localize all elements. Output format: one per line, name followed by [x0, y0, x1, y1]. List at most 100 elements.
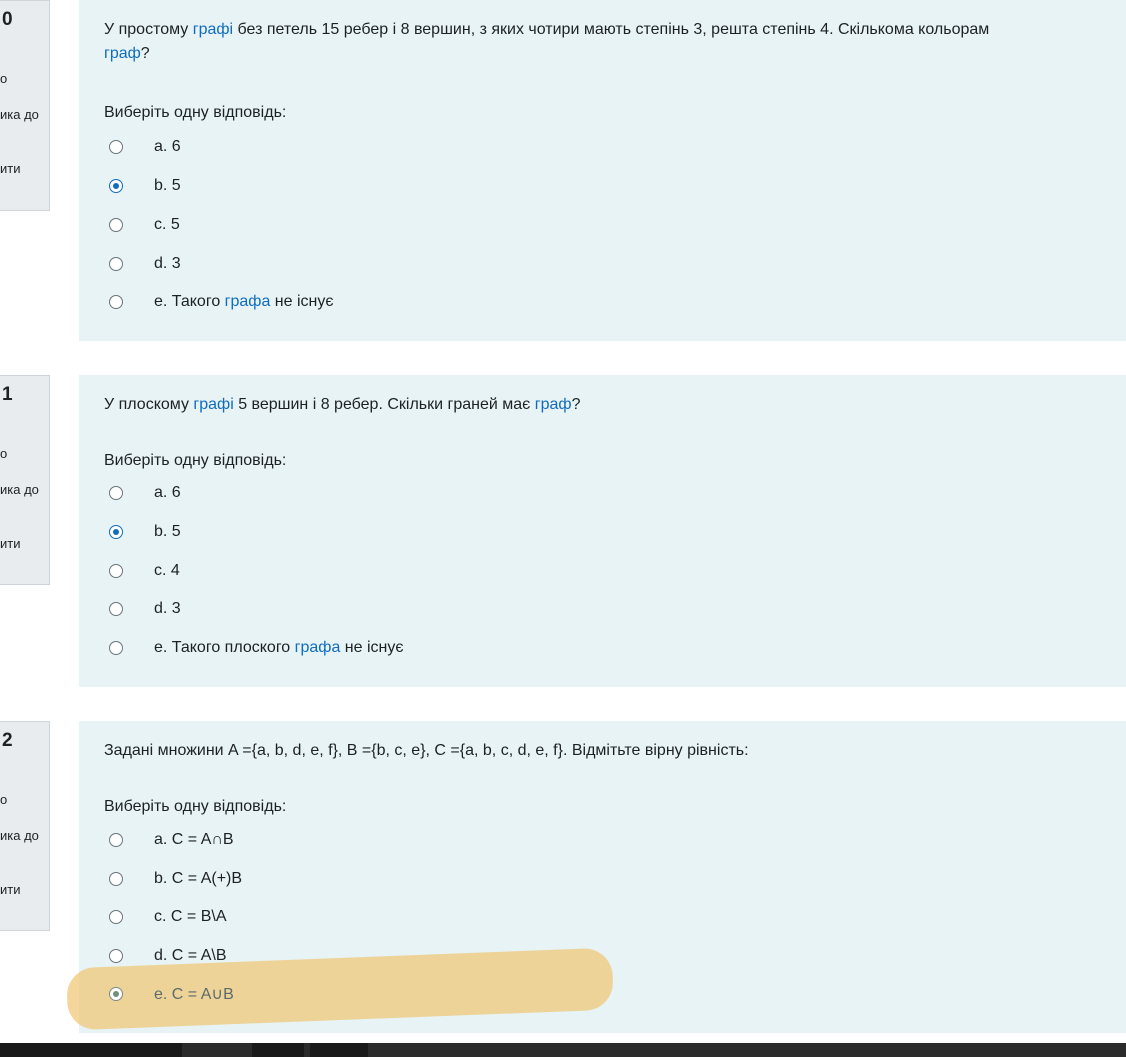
taskbar-segment [252, 1043, 304, 1057]
option-letter: a. [154, 484, 168, 501]
option-label: b. C = A(+)B [154, 870, 242, 888]
info-flag-fragment[interactable]: ити [0, 161, 20, 176]
option-letter: d. [154, 255, 168, 272]
radio-button-selected[interactable] [109, 987, 123, 1001]
option-text: C = B\A [170, 908, 227, 925]
answer-option-a[interactable]: a. C = A∩B [109, 828, 234, 852]
option-label: a. 6 [154, 138, 181, 156]
radio-button[interactable] [109, 295, 123, 309]
answer-option-c[interactable]: c. C = B\A [109, 905, 226, 929]
info-mark-fragment: ика до [0, 107, 39, 122]
option-text: 6 [171, 138, 181, 155]
answer-option-c[interactable]: c. 4 [109, 559, 180, 583]
option-label: c. C = B\A [154, 908, 226, 926]
answer-option-c[interactable]: c. 5 [109, 213, 180, 237]
option-letter: e. [154, 986, 168, 1003]
answer-option-e[interactable]: e. Такого графа не існує [109, 290, 334, 314]
option-label: c. 4 [154, 562, 180, 580]
glossary-link[interactable]: граф [104, 45, 141, 62]
glossary-link[interactable]: графа [295, 639, 341, 656]
option-letter: e. [154, 293, 168, 310]
option-text: 3 [171, 600, 181, 617]
taskbar-segment [0, 1043, 182, 1057]
option-text: не існує [340, 639, 404, 656]
glossary-link[interactable]: графі [193, 21, 233, 38]
info-status-fragment: о [0, 792, 8, 807]
answer-prompt: Виберіть одну відповідь: [104, 798, 287, 815]
answer-option-e[interactable]: e. Такого плоского графа не існує [109, 636, 404, 660]
radio-button-selected[interactable] [109, 525, 123, 539]
question-number: 1 [2, 384, 13, 405]
radio-button[interactable] [109, 602, 123, 616]
info-flag-fragment[interactable]: ити [0, 882, 20, 897]
question-number: 2 [2, 730, 13, 751]
question-text-part: Задані множини A ={a, b, d, e, f}, B ={b… [104, 742, 749, 759]
option-label: d. 3 [154, 600, 181, 618]
option-letter: b. [154, 523, 168, 540]
taskbar-segment [310, 1043, 368, 1057]
question-text-part: 5 вершин і 8 ребер. Скільки граней має [233, 396, 535, 413]
answer-prompt: Виберіть одну відповідь: [104, 104, 287, 121]
option-text: 4 [170, 562, 180, 579]
answer-option-b[interactable]: b. 5 [109, 174, 181, 198]
radio-button[interactable] [109, 833, 123, 847]
option-text: 6 [171, 484, 181, 501]
question-number: 0 [2, 9, 13, 30]
radio-button[interactable] [109, 486, 123, 500]
option-label: e. Такого плоского графа не існує [154, 639, 404, 657]
option-text: 5 [171, 177, 181, 194]
option-letter: e. [154, 639, 168, 656]
option-text: C = A∪B [171, 986, 234, 1003]
option-text: C = A\B [171, 947, 227, 964]
info-mark-fragment: ика до [0, 482, 39, 497]
option-text: C = A∩B [171, 831, 234, 848]
radio-button[interactable] [109, 218, 123, 232]
option-letter: d. [154, 947, 168, 964]
question-info-box: 2 о ика до ити [0, 721, 50, 931]
option-text: не існує [270, 293, 334, 310]
option-label: d. 3 [154, 255, 181, 273]
question-text-part: У простому [104, 21, 193, 38]
option-text: 5 [170, 216, 180, 233]
info-mark-fragment: ика до [0, 828, 39, 843]
question-text: У плоскому графі 5 вершин і 8 ребер. Скі… [104, 393, 1126, 417]
question-info-box: 0 о ика до ити [0, 0, 50, 211]
question-panel: У простому графі без петель 15 ребер і 8… [79, 0, 1126, 341]
option-label: b. 5 [154, 177, 181, 195]
radio-button[interactable] [109, 564, 123, 578]
option-text: Такого [171, 293, 225, 310]
glossary-link[interactable]: графа [225, 293, 271, 310]
radio-button-selected[interactable] [109, 179, 123, 193]
info-status-fragment: о [0, 446, 8, 461]
radio-button[interactable] [109, 910, 123, 924]
question-text: У простому графі без петель 15 ребер і 8… [104, 18, 1126, 66]
info-status-fragment: о [0, 71, 8, 86]
answer-option-e[interactable]: e. C = A∪B [109, 982, 234, 1006]
option-text: Такого плоского [171, 639, 295, 656]
radio-button[interactable] [109, 949, 123, 963]
taskbar-strip [0, 1043, 1126, 1057]
glossary-link[interactable]: графі [193, 396, 233, 413]
option-text: C = A(+)B [171, 870, 243, 887]
answer-option-d[interactable]: d. 3 [109, 252, 181, 276]
answer-option-a[interactable]: a. 6 [109, 135, 181, 159]
question-info-box: 1 о ика до ити [0, 375, 50, 585]
radio-button[interactable] [109, 140, 123, 154]
glossary-link[interactable]: граф [535, 396, 572, 413]
option-letter: c. [154, 216, 167, 233]
answer-option-b[interactable]: b. 5 [109, 520, 181, 544]
radio-button[interactable] [109, 257, 123, 271]
answer-option-b[interactable]: b. C = A(+)B [109, 867, 242, 891]
option-letter: a. [154, 138, 168, 155]
option-letter: b. [154, 177, 168, 194]
answer-option-a[interactable]: a. 6 [109, 481, 181, 505]
radio-button[interactable] [109, 641, 123, 655]
answer-option-d[interactable]: d. 3 [109, 597, 181, 621]
info-flag-fragment[interactable]: ити [0, 536, 20, 551]
option-letter: c. [154, 908, 167, 925]
question-panel: У плоскому графі 5 вершин і 8 ребер. Скі… [79, 375, 1126, 687]
option-label: c. 5 [154, 216, 180, 234]
radio-button[interactable] [109, 872, 123, 886]
option-letter: d. [154, 600, 168, 617]
option-label: a. C = A∩B [154, 831, 234, 849]
